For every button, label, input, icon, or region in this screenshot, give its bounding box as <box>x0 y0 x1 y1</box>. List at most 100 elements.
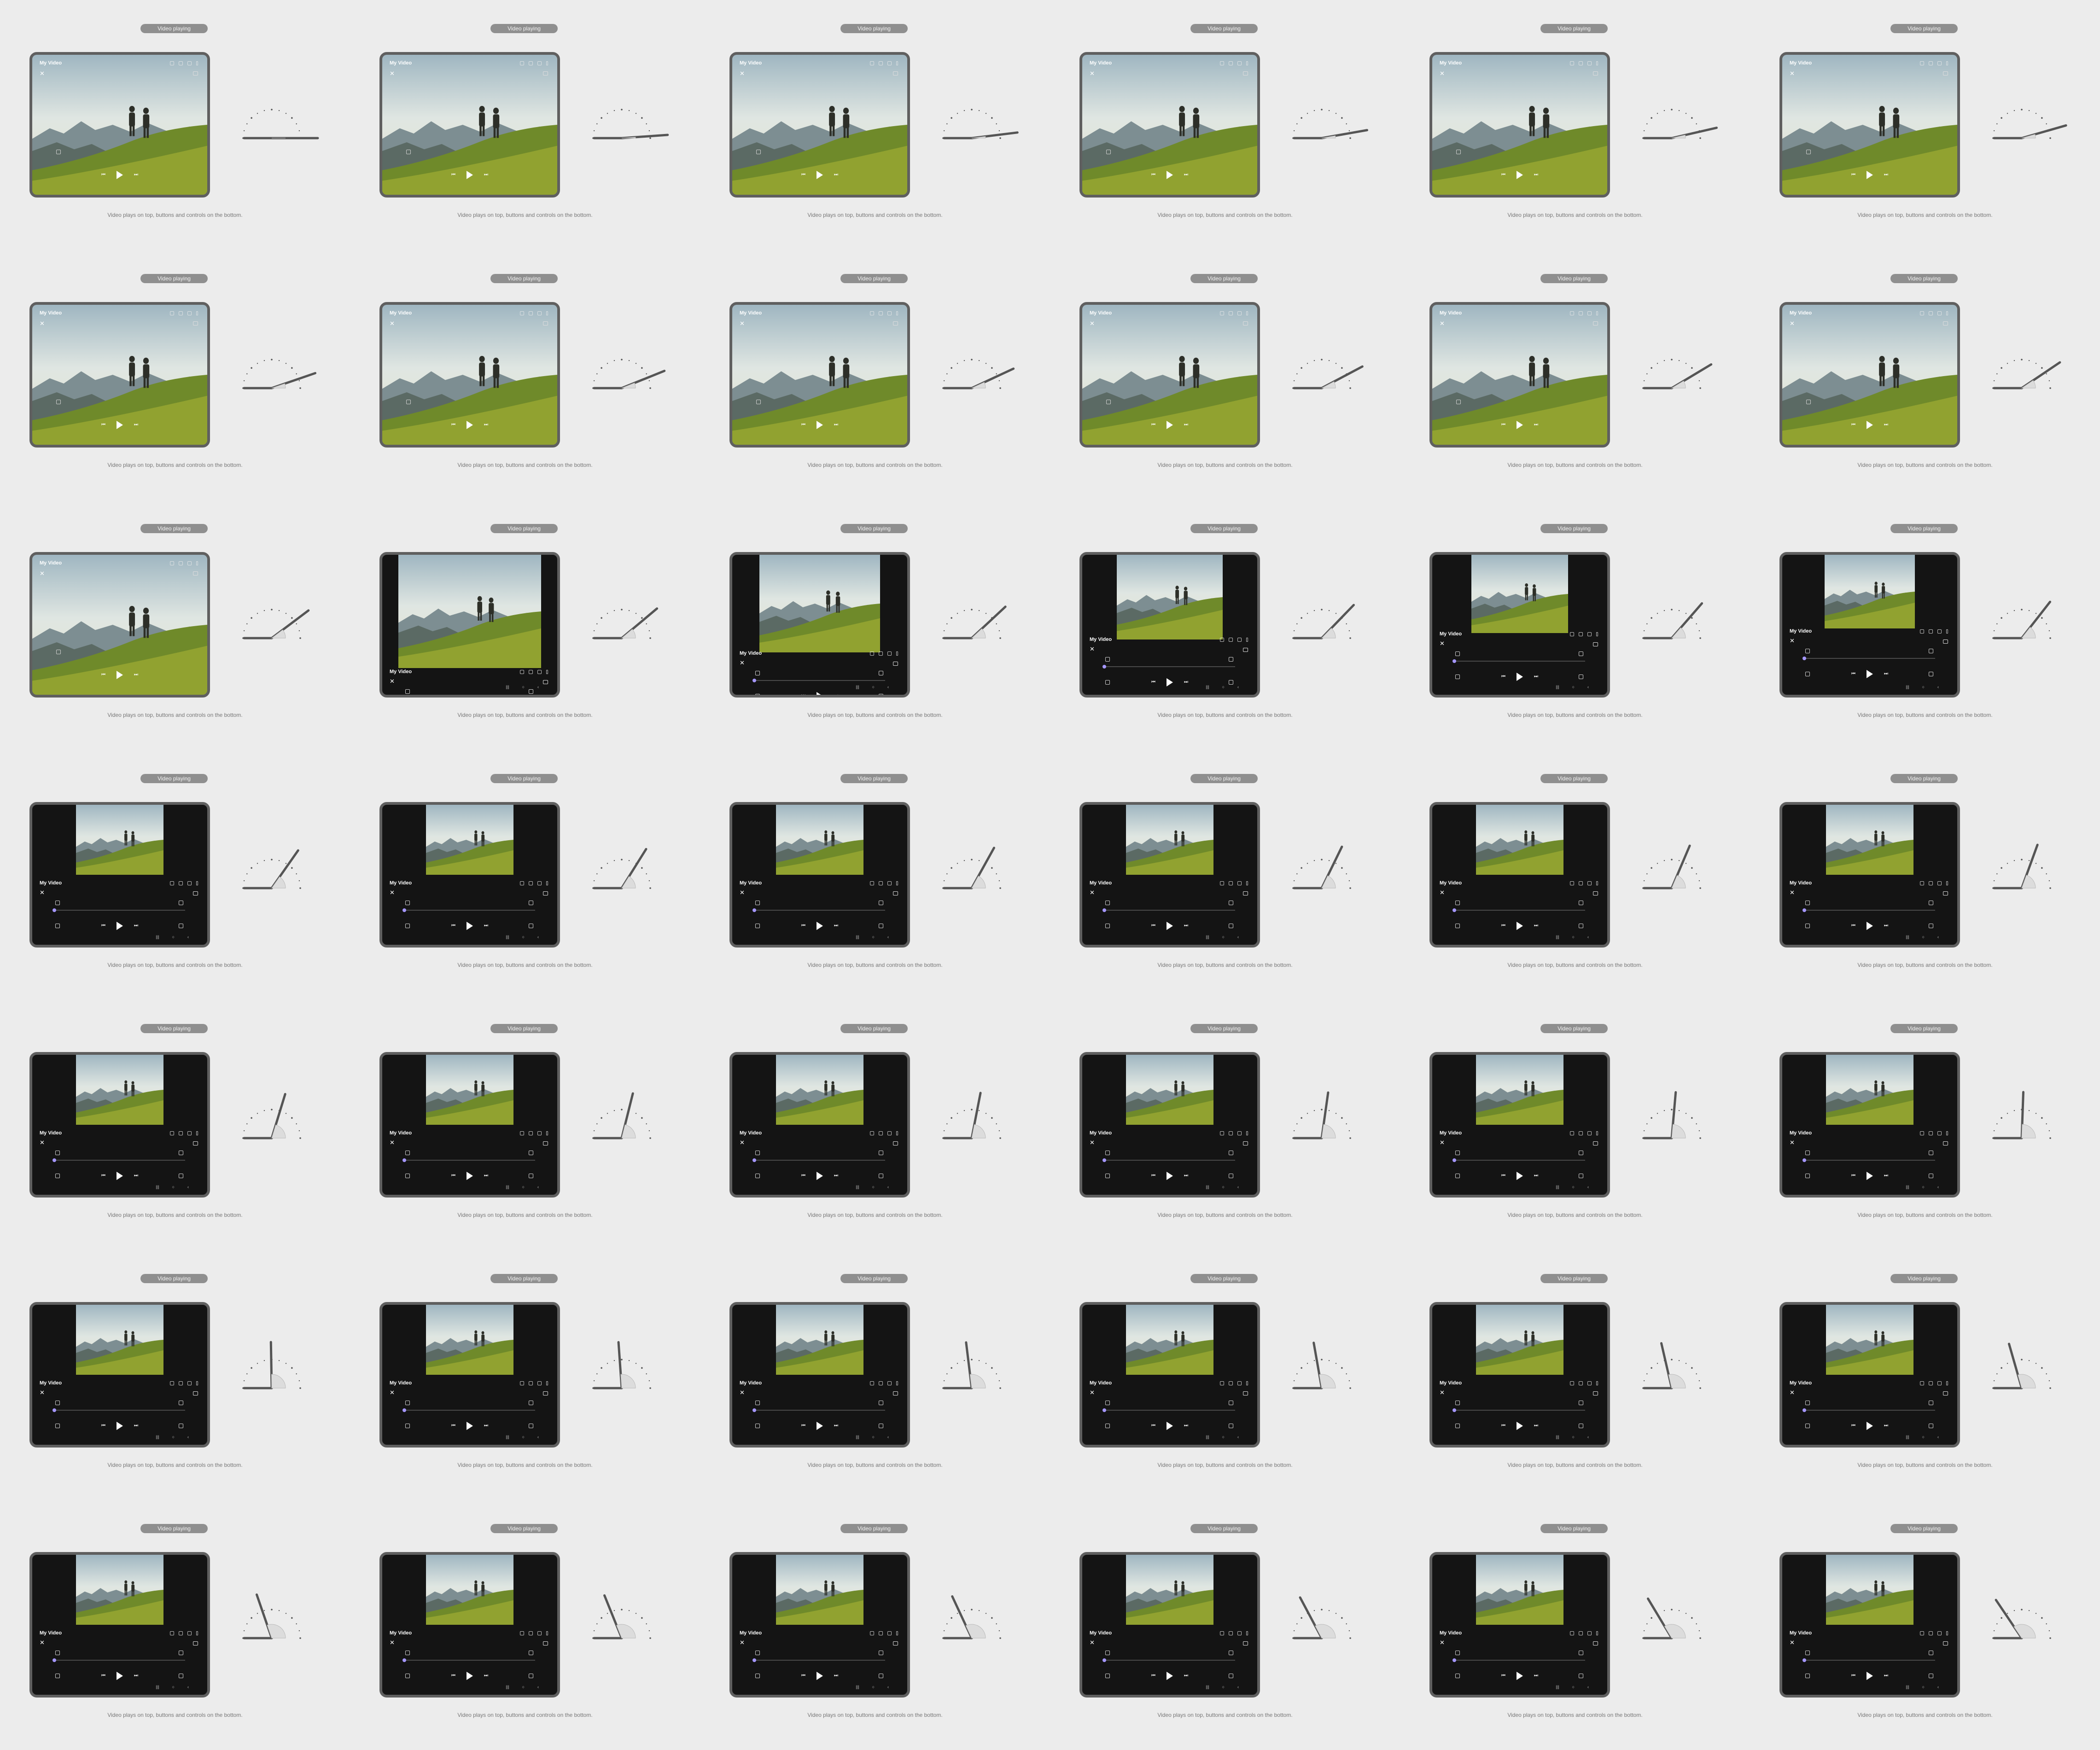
seek-bar[interactable] <box>1452 1658 1585 1662</box>
more-vert-icon[interactable] <box>1596 881 1598 885</box>
previous-icon[interactable]: ⏮ <box>1501 1424 1505 1428</box>
next-icon[interactable]: ⏭ <box>834 423 838 427</box>
play-icon[interactable] <box>1867 922 1873 930</box>
more-vert-icon[interactable] <box>546 881 548 885</box>
nav-recents-icon[interactable]: ||| <box>1556 1435 1559 1439</box>
close-icon[interactable]: ✕ <box>1440 320 1445 326</box>
seek-bar[interactable] <box>402 1658 535 1662</box>
captions-icon[interactable] <box>529 1631 533 1635</box>
nav-home-icon[interactable]: ○ <box>172 1185 175 1189</box>
nav-home-icon[interactable]: ○ <box>872 1685 875 1689</box>
picture-in-picture-icon[interactable] <box>543 1641 548 1645</box>
settings-icon[interactable] <box>1237 881 1242 885</box>
seek-bar[interactable] <box>1102 908 1235 912</box>
more-vert-icon[interactable] <box>196 1631 198 1635</box>
next-icon[interactable]: ⏭ <box>1884 672 1888 676</box>
video-frame[interactable] <box>1471 555 1568 633</box>
settings-icon[interactable] <box>1937 1131 1942 1135</box>
nav-back-icon[interactable]: ‹ <box>187 1185 189 1189</box>
nav-back-icon[interactable]: ‹ <box>887 935 889 939</box>
nav-back-icon[interactable]: ‹ <box>537 935 539 939</box>
more-vert-icon[interactable] <box>1246 311 1248 315</box>
cast-icon[interactable] <box>1570 1381 1574 1385</box>
close-icon[interactable]: ✕ <box>390 1140 395 1145</box>
play-icon[interactable] <box>1517 421 1523 429</box>
seek-bar[interactable] <box>1102 1408 1235 1412</box>
seek-handle[interactable] <box>1102 665 1106 669</box>
more-vert-icon[interactable] <box>896 1381 898 1385</box>
video-frame[interactable] <box>1476 1555 1563 1625</box>
nav-back-icon[interactable]: ‹ <box>537 1685 539 1689</box>
nav-recents-icon[interactable]: ||| <box>1906 935 1909 939</box>
rotate-icon[interactable] <box>529 1401 533 1405</box>
more-vert-icon[interactable] <box>196 311 198 315</box>
nav-back-icon[interactable]: ‹ <box>537 685 539 689</box>
rotate-icon[interactable] <box>1229 1651 1233 1655</box>
next-icon[interactable]: ⏭ <box>484 924 488 928</box>
settings-icon[interactable] <box>1587 1131 1592 1135</box>
captions-icon[interactable] <box>1579 61 1583 65</box>
close-icon[interactable]: ✕ <box>1790 638 1795 644</box>
previous-icon[interactable]: ⏮ <box>101 423 105 427</box>
rotate-icon[interactable] <box>1229 1401 1233 1405</box>
rotate-icon[interactable] <box>1579 1401 1583 1405</box>
play-icon[interactable] <box>817 1172 823 1180</box>
seek-bar[interactable] <box>1802 908 1935 912</box>
close-icon[interactable]: ✕ <box>1090 1640 1095 1645</box>
more-vert-icon[interactable] <box>546 670 548 674</box>
picture-in-picture-icon[interactable] <box>1943 1141 1948 1145</box>
seek-handle[interactable] <box>1452 1408 1456 1412</box>
cast-icon[interactable] <box>1570 632 1574 636</box>
play-icon[interactable] <box>1517 171 1523 179</box>
captions-icon[interactable] <box>1929 629 1933 634</box>
picture-in-picture-icon[interactable] <box>893 321 898 326</box>
next-icon[interactable]: ⏭ <box>484 1174 488 1178</box>
settings-icon[interactable] <box>1937 61 1942 65</box>
seek-handle[interactable] <box>752 1158 756 1162</box>
next-icon[interactable]: ⏭ <box>134 423 138 427</box>
cast-icon[interactable] <box>520 61 524 65</box>
nav-recents-icon[interactable]: ||| <box>1556 685 1559 689</box>
cast-icon[interactable] <box>870 1381 874 1385</box>
settings-icon[interactable] <box>1587 61 1592 65</box>
more-vert-icon[interactable] <box>1946 311 1948 315</box>
more-vert-icon[interactable] <box>1246 61 1248 65</box>
seek-handle[interactable] <box>1102 1158 1106 1162</box>
seek-bar[interactable] <box>1102 665 1235 669</box>
close-icon[interactable]: ✕ <box>40 320 45 326</box>
previous-icon[interactable]: ⏮ <box>1151 924 1155 928</box>
nav-back-icon[interactable]: ‹ <box>1937 935 1939 939</box>
volume-icon[interactable] <box>406 150 411 154</box>
video-frame[interactable] <box>1476 1305 1563 1375</box>
volume-icon[interactable] <box>756 400 761 404</box>
cast-icon[interactable] <box>1920 1381 1924 1385</box>
play-icon[interactable] <box>1167 1422 1173 1430</box>
cast-icon[interactable] <box>1570 311 1574 315</box>
previous-icon[interactable]: ⏮ <box>801 1674 805 1678</box>
settings-icon[interactable] <box>1937 881 1942 885</box>
next-icon[interactable]: ⏭ <box>1534 1174 1538 1178</box>
picture-in-picture-icon[interactable] <box>193 321 198 326</box>
close-icon[interactable]: ✕ <box>390 1390 395 1395</box>
volume-icon[interactable] <box>56 400 61 404</box>
nav-recents-icon[interactable]: ||| <box>1906 1185 1909 1189</box>
volume-icon[interactable] <box>1455 1401 1460 1405</box>
captions-icon[interactable] <box>179 881 183 885</box>
cast-icon[interactable] <box>1220 638 1224 642</box>
close-icon[interactable]: ✕ <box>1440 1640 1445 1645</box>
nav-back-icon[interactable]: ‹ <box>537 1185 539 1189</box>
nav-recents-icon[interactable]: ||| <box>506 935 509 939</box>
more-vert-icon[interactable] <box>896 651 898 656</box>
settings-icon[interactable] <box>887 1631 892 1635</box>
nav-recents-icon[interactable]: ||| <box>156 1185 159 1189</box>
next-icon[interactable]: ⏭ <box>1534 924 1538 928</box>
video-frame[interactable] <box>76 1305 163 1375</box>
close-icon[interactable]: ✕ <box>40 570 45 576</box>
more-vert-icon[interactable] <box>196 61 198 65</box>
nav-back-icon[interactable]: ‹ <box>187 1685 189 1689</box>
close-icon[interactable]: ✕ <box>1090 1140 1095 1145</box>
video-frame[interactable] <box>76 1055 163 1125</box>
volume-icon[interactable] <box>755 1401 760 1405</box>
seek-bar[interactable] <box>1102 1658 1235 1662</box>
volume-icon[interactable] <box>1455 651 1460 656</box>
